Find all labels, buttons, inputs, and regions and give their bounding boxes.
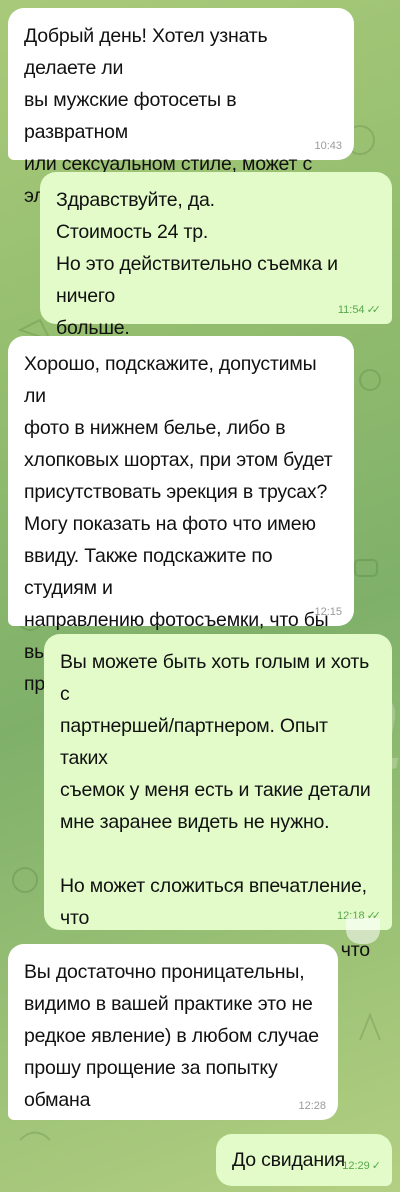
message-incoming[interactable]: Вы достаточно проницательны, видимо в ва… [8, 944, 338, 1120]
message-text: Вы достаточно проницательны, видимо в ва… [24, 961, 319, 1111]
message-text: Здравствуйте, да. Стоимость 24 тр. Но эт… [56, 189, 338, 339]
message-outgoing[interactable]: Вы можете быть хоть голым и хоть с партн… [44, 634, 392, 993]
check-icon: ✓ [371, 1160, 381, 1172]
reaction-badge [346, 918, 380, 944]
message-meta: 10:43 [314, 140, 342, 152]
message-incoming[interactable]: Хорошо, подскажите, допустимы ли фото в … [8, 336, 354, 695]
message-meta: 11:54 ✓✓ [337, 304, 382, 316]
message-incoming[interactable]: Добрый день! Хотел узнать делаете ли вы … [8, 8, 354, 207]
message-time: 11:54 [337, 304, 365, 316]
message-time: 12:28 [298, 1100, 326, 1112]
message-meta: 12:29 ✓ [342, 1160, 381, 1172]
message-time: 10:43 [314, 140, 342, 152]
message-time: 12:29 [342, 1160, 370, 1172]
message-meta: 12:15 [314, 606, 342, 618]
message-outgoing[interactable]: Здравствуйте, да. Стоимость 24 тр. Но эт… [40, 172, 392, 339]
double-check-icon: ✓✓ [366, 304, 382, 316]
message-time: 12:15 [314, 606, 342, 618]
message-meta: 12:28 [298, 1100, 326, 1112]
message-outgoing[interactable]: До свидания 12:29 ✓ [216, 1134, 392, 1186]
